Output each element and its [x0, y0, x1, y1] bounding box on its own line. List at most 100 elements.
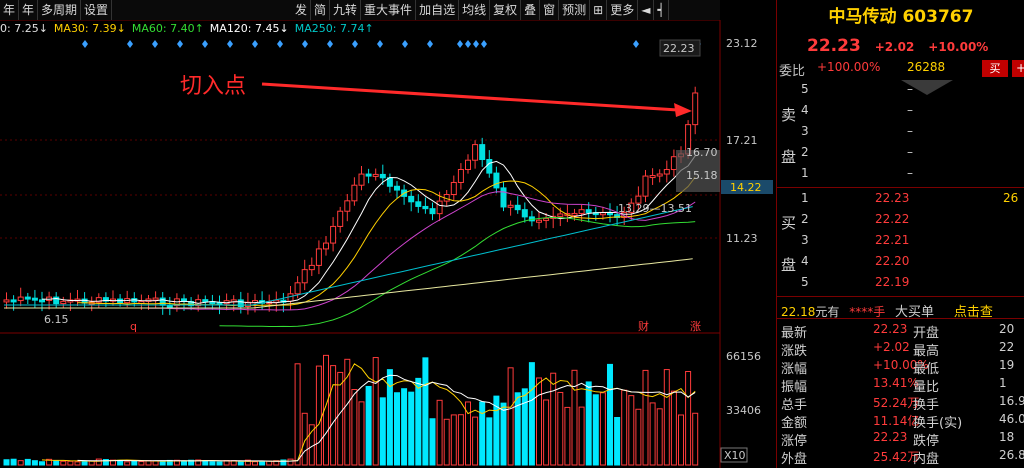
stat-value-2: 46.0	[999, 412, 1024, 426]
buy-level-num: 1	[801, 191, 809, 205]
signal-diamond	[277, 40, 283, 48]
stat-value: 13.41%	[873, 376, 919, 390]
signal-diamond	[127, 40, 133, 48]
stat-label: 外盘	[781, 452, 808, 467]
volume-bar	[422, 357, 429, 466]
stat-label-2: 内盘	[913, 452, 940, 467]
volume-bar	[607, 363, 613, 466]
price-tick-3: 14.22	[730, 181, 762, 194]
sell-level-num: 4	[801, 103, 809, 117]
volume-bar	[436, 399, 443, 466]
candle	[663, 169, 670, 175]
candle	[337, 210, 344, 227]
candle	[436, 200, 443, 215]
volume-bar	[450, 414, 457, 466]
volume-bar	[60, 460, 67, 466]
signal-diamond	[152, 40, 158, 48]
add-button[interactable]: +	[1012, 60, 1024, 77]
candle	[422, 205, 429, 210]
candle	[656, 173, 663, 177]
divider	[777, 296, 1024, 297]
volume-bar	[443, 418, 450, 466]
stat-label: 涨跌	[781, 344, 808, 359]
candle	[17, 296, 24, 302]
sell-label-bottom: 盘	[781, 148, 797, 166]
candle	[394, 185, 400, 191]
candle	[24, 296, 31, 300]
buy-label-bottom: 盘	[781, 256, 797, 274]
volume-bar	[557, 391, 564, 466]
candle	[344, 200, 351, 212]
volume-bar	[152, 460, 159, 466]
kline-chart[interactable]: 22.23 16.70 15.18 13.29—13.51 6.15 q 财 涨…	[0, 0, 776, 468]
candle	[10, 299, 17, 303]
current-price: 22.23	[807, 36, 861, 56]
divider	[777, 318, 1024, 319]
buy-level-price: 22.23	[875, 191, 910, 205]
volume-bar	[74, 461, 81, 466]
volume-bar	[543, 399, 550, 466]
volume-bar	[39, 461, 45, 466]
candle	[543, 217, 550, 221]
buy-level-price: 22.19	[875, 275, 910, 289]
signal-diamond	[352, 40, 358, 48]
stat-value: 22.23	[873, 430, 908, 444]
ma20-line	[148, 191, 696, 311]
buy-level-num: 4	[801, 254, 809, 268]
volume-bar	[358, 401, 365, 466]
volume-bar	[536, 377, 542, 466]
candle	[301, 269, 308, 284]
buy-button[interactable]: 买	[982, 60, 1008, 77]
signal-diamond	[633, 40, 639, 48]
candle	[607, 212, 613, 216]
volume-bar	[571, 369, 578, 466]
volume-bar	[429, 418, 436, 466]
stat-value-2: 22	[999, 340, 1015, 354]
candle	[457, 169, 464, 183]
buy-level-price: 22.22	[875, 212, 910, 226]
candle	[479, 144, 486, 161]
cut-in-annotation: 切入点	[180, 74, 246, 99]
sell-level-vol: –	[907, 103, 913, 117]
candle	[152, 297, 159, 301]
price-tick-1: 23.12	[726, 37, 758, 50]
candle	[323, 242, 329, 250]
candle	[372, 173, 379, 177]
marker-zhang[interactable]: 涨	[690, 320, 701, 333]
candle	[514, 204, 521, 211]
volume-bar	[81, 460, 88, 466]
marker-cai[interactable]: 财	[638, 319, 649, 333]
volume-bar	[649, 402, 656, 466]
candle	[507, 204, 514, 208]
signal-diamonds	[82, 40, 701, 48]
candle	[429, 208, 436, 215]
stat-label-2: 最低	[913, 362, 940, 377]
sell-level-num: 3	[801, 124, 809, 138]
signal-diamond	[465, 40, 471, 48]
volume-bar	[685, 371, 692, 466]
volume-bar	[372, 357, 379, 466]
volume-bar	[216, 461, 223, 466]
stat-label-2: 最高	[913, 344, 940, 359]
sell-level-num: 1	[801, 166, 809, 180]
candle	[472, 144, 479, 161]
candle	[308, 264, 315, 271]
candle	[692, 92, 699, 126]
sell-level-vol: –	[907, 145, 913, 159]
volume-bar	[252, 461, 258, 466]
volume-bar	[17, 460, 24, 466]
volume-bar	[507, 367, 514, 466]
sell-level-num: 2	[801, 145, 809, 159]
stat-label: 最新	[781, 326, 808, 341]
buy-level-vol: 26	[1003, 191, 1019, 205]
range-high: 16.70	[686, 146, 718, 159]
signal-diamond	[457, 40, 463, 48]
volume-bar	[315, 365, 322, 466]
candle	[3, 299, 10, 303]
volume-bar	[621, 389, 628, 466]
volume-bar	[642, 369, 649, 466]
volume-bar	[287, 458, 294, 466]
candle	[571, 212, 578, 216]
volume-bar	[670, 390, 677, 466]
stat-value-2: 16.9	[999, 394, 1024, 408]
